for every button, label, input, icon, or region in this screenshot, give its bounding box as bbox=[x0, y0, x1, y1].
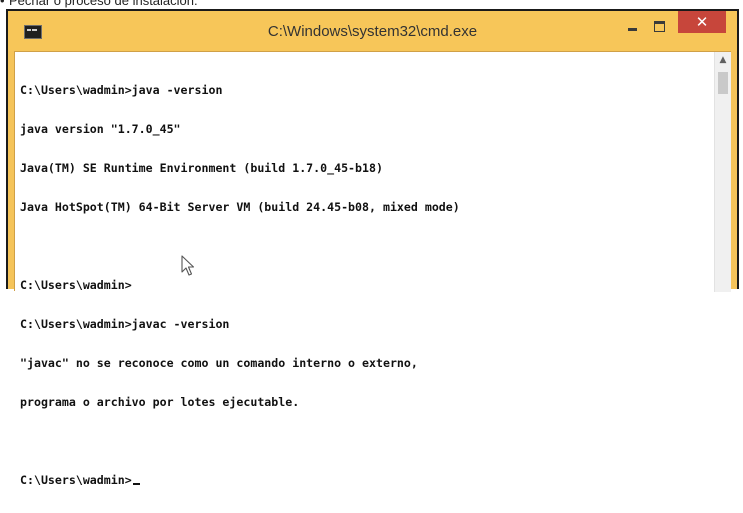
close-button[interactable]: ✕ bbox=[678, 11, 726, 33]
vertical-scrollbar[interactable]: ▲ bbox=[714, 52, 731, 292]
scroll-thumb[interactable] bbox=[718, 72, 728, 94]
console-line: programa o archivo por lotes ejecutable. bbox=[20, 395, 300, 409]
console-prompt-line: C:\Users\wadmin> bbox=[20, 474, 710, 487]
title-bar[interactable]: C:\Windows\system32\cmd.exe ✕ bbox=[8, 11, 737, 51]
mouse-pointer-icon bbox=[181, 255, 195, 276]
text-caret bbox=[132, 483, 140, 485]
console-line: "javac" no se reconoce como un comando i… bbox=[20, 356, 418, 370]
console-line: C:\Users\wadmin>javac -version bbox=[20, 317, 230, 331]
close-icon: ✕ bbox=[695, 13, 709, 31]
caption-bullet: • bbox=[0, 0, 5, 8]
cmd-window: C:\Windows\system32\cmd.exe ✕ C:\Users\w… bbox=[6, 9, 739, 487]
scroll-up-arrow-icon[interactable]: ▲ bbox=[715, 52, 731, 68]
caption-text: Pechar o proceso de instalación. bbox=[9, 0, 198, 8]
console-area[interactable]: C:\Users\wadmin>java -version java versi… bbox=[14, 51, 731, 487]
console-line: Java HotSpot(TM) 64-Bit Server VM (build… bbox=[20, 200, 460, 214]
maximize-button[interactable] bbox=[648, 16, 672, 36]
console-output[interactable]: C:\Users\wadmin>java -version java versi… bbox=[20, 58, 710, 513]
console-line: java version "1.7.0_45" bbox=[20, 122, 181, 136]
minimize-button[interactable] bbox=[622, 16, 644, 36]
console-line: C:\Users\wadmin> bbox=[20, 278, 132, 292]
console-line: Java(TM) SE Runtime Environment (build 1… bbox=[20, 161, 383, 175]
instruction-caption: • Pechar o proceso de instalación. bbox=[0, 0, 743, 8]
console-line: C:\Users\wadmin>java -version bbox=[20, 83, 223, 97]
console-prompt: C:\Users\wadmin> bbox=[20, 473, 132, 487]
